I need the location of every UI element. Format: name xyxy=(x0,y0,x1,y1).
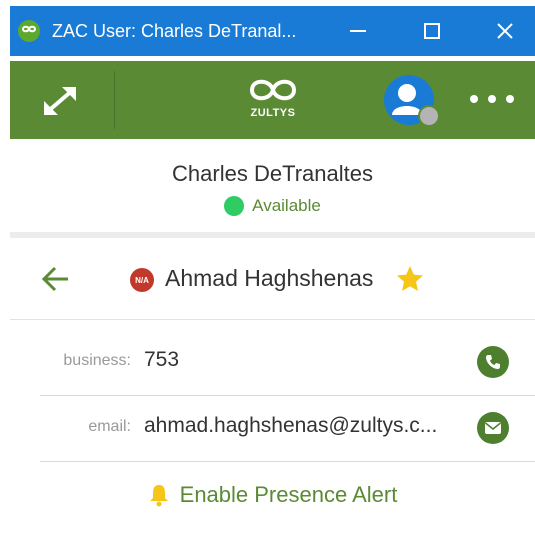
expand-icon[interactable] xyxy=(38,81,82,121)
email-value[interactable]: ahmad.haghshenas@zultys.c... xyxy=(144,414,437,438)
window-titlebar[interactable]: ZAC User: Charles DeTranal... xyxy=(10,6,535,56)
logo-text: ZULTYS xyxy=(250,107,296,119)
phone-icon[interactable] xyxy=(477,346,509,378)
bell-icon xyxy=(149,485,168,507)
minimize-button[interactable] xyxy=(328,6,388,56)
current-user-status[interactable]: Available xyxy=(10,196,535,216)
back-arrow-icon[interactable] xyxy=(40,264,72,294)
maximize-button[interactable] xyxy=(402,6,462,56)
current-user-header: Charles DeTranaltes Available xyxy=(10,139,535,232)
contact-header: N/A Ahmad Haghshenas xyxy=(10,238,535,320)
window-frame-edge xyxy=(0,0,10,550)
zac-app-icon xyxy=(18,20,40,42)
presence-na-badge: N/A xyxy=(130,268,154,292)
close-button[interactable] xyxy=(475,6,535,56)
email-row: email: ahmad.haghshenas@zultys.c... xyxy=(40,396,535,462)
available-status-icon xyxy=(224,196,245,216)
contact-name: Ahmad Haghshenas xyxy=(165,265,374,291)
zultys-logo: ZULTYS xyxy=(240,75,306,127)
status-label: Available xyxy=(252,196,321,215)
presence-status-dot xyxy=(418,105,440,127)
current-user-name: Charles DeTranaltes xyxy=(172,161,373,186)
more-options-icon[interactable] xyxy=(470,89,514,109)
enable-presence-alert-button[interactable]: Enable Presence Alert xyxy=(10,482,535,508)
business-phone-row: business: 753 xyxy=(40,330,535,396)
business-value[interactable]: 753 xyxy=(144,348,179,372)
email-label: email: xyxy=(88,418,131,435)
enable-presence-alert-label: Enable Presence Alert xyxy=(179,482,398,507)
user-avatar-button[interactable] xyxy=(384,75,440,127)
business-label: business: xyxy=(63,352,131,369)
main-toolbar: ZULTYS xyxy=(10,61,535,139)
favorite-star-icon[interactable] xyxy=(395,264,425,294)
toolbar-divider xyxy=(114,71,115,129)
window-title: ZAC User: Charles DeTranal... xyxy=(52,20,297,41)
mail-icon[interactable] xyxy=(477,412,509,444)
